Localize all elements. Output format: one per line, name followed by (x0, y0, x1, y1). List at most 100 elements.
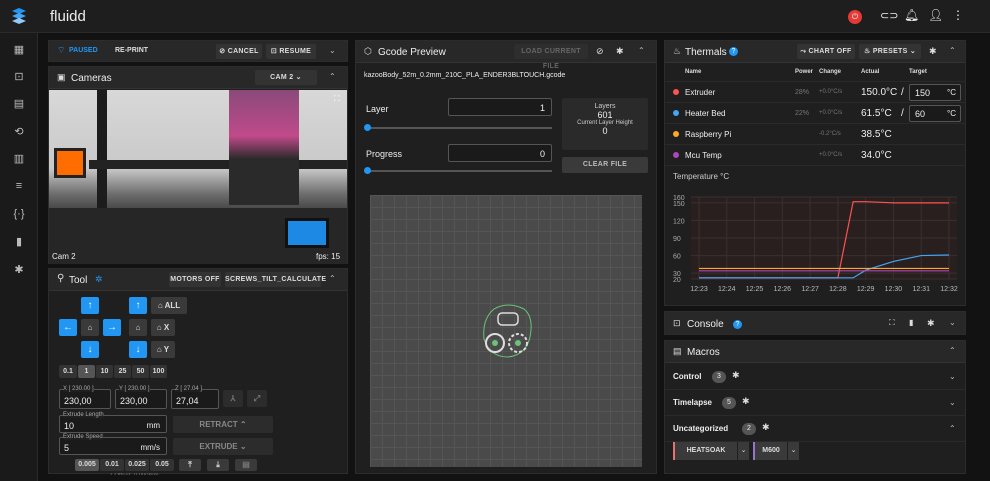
more-vert-icon[interactable]: ⋮ (952, 8, 964, 22)
macro-group-control[interactable]: Control 3 ✱ ⌄ (665, 364, 965, 390)
z-plus-button[interactable]: ↑ (129, 297, 147, 314)
tune-icon[interactable]: ≡ (10, 177, 28, 195)
help-icon[interactable]: ? (733, 320, 742, 329)
config-icon[interactable]: {·} (10, 205, 28, 223)
power-plug-icon[interactable]: ⊂⊃ (880, 9, 898, 22)
z-save-button[interactable]: ▤ (235, 459, 257, 471)
gear-icon[interactable]: ✱ (742, 396, 750, 407)
fire-icon: ♨ (673, 46, 682, 56)
extrude-length-field[interactable]: Extrude Length 10 mm (59, 412, 167, 433)
home-z-button[interactable]: ⌂ (129, 319, 147, 336)
chart-off-button[interactable]: ⤳ CHART OFF (797, 44, 855, 59)
z-minus-button[interactable]: ↓ (129, 341, 147, 358)
motors-off-button[interactable]: MOTORS OFF (169, 272, 221, 287)
retract-button[interactable]: RETRACT ⌃ (173, 416, 273, 433)
x-minus-button[interactable]: ← (59, 319, 77, 336)
y-position-field[interactable]: Y [ 230.00 ] 230,00 (115, 386, 167, 409)
reprint-button[interactable]: RE-PRINT (115, 47, 148, 54)
y-minus-button[interactable]: ↓ (81, 341, 99, 358)
thermal-name: Heater Bed (685, 109, 726, 118)
resume-button[interactable]: ⊡ RESUME (266, 44, 316, 59)
settings-icon[interactable]: ✱ (10, 261, 28, 279)
extrude-speed-field[interactable]: Extrude Speed 5 mm/s (59, 434, 167, 455)
zstep-0.025-button[interactable]: 0.025 (125, 459, 149, 471)
absolute-position-button[interactable]: ⤢ (247, 390, 267, 407)
dashboard-icon[interactable]: ▦ (10, 41, 28, 59)
load-current-file-button[interactable]: LOAD CURRENT FILE (514, 44, 588, 70)
progress-slider[interactable] (364, 167, 552, 174)
emergency-stop-icon[interactable]: ⏻ (848, 10, 862, 24)
chevron-down-icon[interactable]: ⌄ (949, 372, 956, 381)
x-plus-button[interactable]: → (103, 319, 121, 336)
gear-icon[interactable]: ✱ (616, 46, 624, 57)
cancel-button[interactable]: ⊘ CANCEL (216, 44, 262, 59)
target-input[interactable]: 150 °C (909, 84, 961, 101)
bell-icon[interactable]: 🔔︎ (904, 8, 919, 22)
relative-position-button[interactable]: ⅄ (223, 390, 243, 407)
zstep-0.01-button[interactable]: 0.01 (100, 459, 124, 471)
step-0.1-button[interactable]: 0.1 (59, 365, 77, 378)
m600-macro-button[interactable]: M600 (753, 442, 787, 460)
thermal-actual: 38.5°C (861, 129, 892, 140)
presets-button[interactable]: ♨ PRESETS ⌄ (859, 44, 921, 59)
layer-info-box: Layers 601 Current Layer Height 0 (562, 98, 648, 150)
step-50-button[interactable]: 50 (132, 365, 149, 378)
layer-slider[interactable] (364, 124, 552, 131)
history-icon[interactable]: ⟲ (10, 123, 28, 141)
step-1-button[interactable]: 1 (78, 365, 95, 378)
step-100-button[interactable]: 100 (150, 365, 167, 378)
jobs-icon[interactable]: ▤ (10, 95, 28, 113)
home-all-button[interactable]: ⌂ ALL (151, 297, 187, 314)
gear-icon[interactable]: ✱ (929, 46, 937, 57)
gear-icon[interactable]: ✱ (927, 318, 935, 329)
gear-icon[interactable]: ✱ (762, 422, 770, 433)
zstep-0.05-button[interactable]: 0.05 (150, 459, 174, 471)
chevron-down-icon[interactable]: ⌄ (738, 442, 749, 460)
z-down-button[interactable]: ⤓ (207, 459, 229, 471)
console-icon[interactable]: ⊡ (10, 68, 28, 86)
extrude-button[interactable]: EXTRUDE ⌄ (173, 438, 273, 455)
chevron-down-icon[interactable]: ⌄ (949, 318, 956, 327)
help-icon[interactable]: ? (729, 47, 738, 56)
fullscreen-icon[interactable]: ⛶ (889, 318, 895, 328)
chevron-up-icon[interactable]: ⌃ (949, 46, 956, 55)
target-input[interactable]: 60 °C (909, 105, 961, 122)
app-title[interactable]: fluidd (50, 8, 86, 25)
gear-icon[interactable]: ✱ (732, 370, 740, 381)
step-10-button[interactable]: 10 (96, 365, 113, 378)
chevron-up-icon[interactable]: ⌃ (638, 46, 645, 55)
progress-input[interactable]: 0 (448, 144, 552, 162)
cancel-circle-icon[interactable]: ⊘ (596, 46, 604, 57)
home-xy-button[interactable]: ⌂ (81, 319, 99, 336)
fullscreen-icon[interactable]: ⛶ (334, 94, 340, 104)
z-up-button[interactable]: ⤒ (179, 459, 201, 471)
camera-select-button[interactable]: CAM 2 ⌄ (255, 70, 317, 85)
macro-group-timelapse[interactable]: Timelapse 5 ✱ ⌄ (665, 390, 965, 416)
gcode-bed-canvas[interactable] (370, 195, 642, 467)
files-icon[interactable]: ▥ (10, 150, 28, 168)
chevron-up-icon[interactable]: ⌃ (949, 424, 956, 433)
zstep-0.005-button[interactable]: 0.005 (75, 459, 99, 471)
screws-tilt-button[interactable]: SCREWS_TILT_CALCULATE (225, 272, 326, 287)
fluidd-logo-icon[interactable] (10, 7, 28, 25)
chevron-up-icon[interactable]: ⌃ (329, 274, 336, 283)
y-plus-button[interactable]: ↑ (81, 297, 99, 314)
home-x-button[interactable]: ⌂ X (151, 319, 175, 336)
step-25-button[interactable]: 25 (114, 365, 131, 378)
chevron-up-icon[interactable]: ⌃ (329, 72, 336, 81)
chevron-down-icon[interactable]: ⌄ (329, 46, 336, 55)
z-position-field[interactable]: Z [ 27.04 ] 27,04 (171, 386, 219, 409)
home-y-button[interactable]: ⌂ Y (151, 341, 175, 358)
x-position-field[interactable]: X [ 230.00 ] 230,00 (59, 386, 111, 409)
heatsoak-macro-button[interactable]: HEATSOAK (673, 442, 737, 460)
printer-icon[interactable]: ▮ (10, 233, 28, 251)
chevron-down-icon[interactable]: ⌄ (949, 398, 956, 407)
chevron-down-icon[interactable]: ⌄ (788, 442, 799, 460)
layer-input[interactable]: 1 (448, 98, 552, 116)
clear-file-button[interactable]: CLEAR FILE (562, 157, 648, 173)
macro-group-uncategorized[interactable]: Uncategorized 2 ✱ ⌃ (665, 416, 965, 442)
trash-icon[interactable]: ▮ (909, 318, 913, 327)
user-icon[interactable]: 👤︎ (928, 8, 943, 22)
camera-stream[interactable]: ⛶ Cam 2 fps: 15 (49, 90, 347, 264)
chevron-up-icon[interactable]: ⌃ (949, 346, 956, 355)
